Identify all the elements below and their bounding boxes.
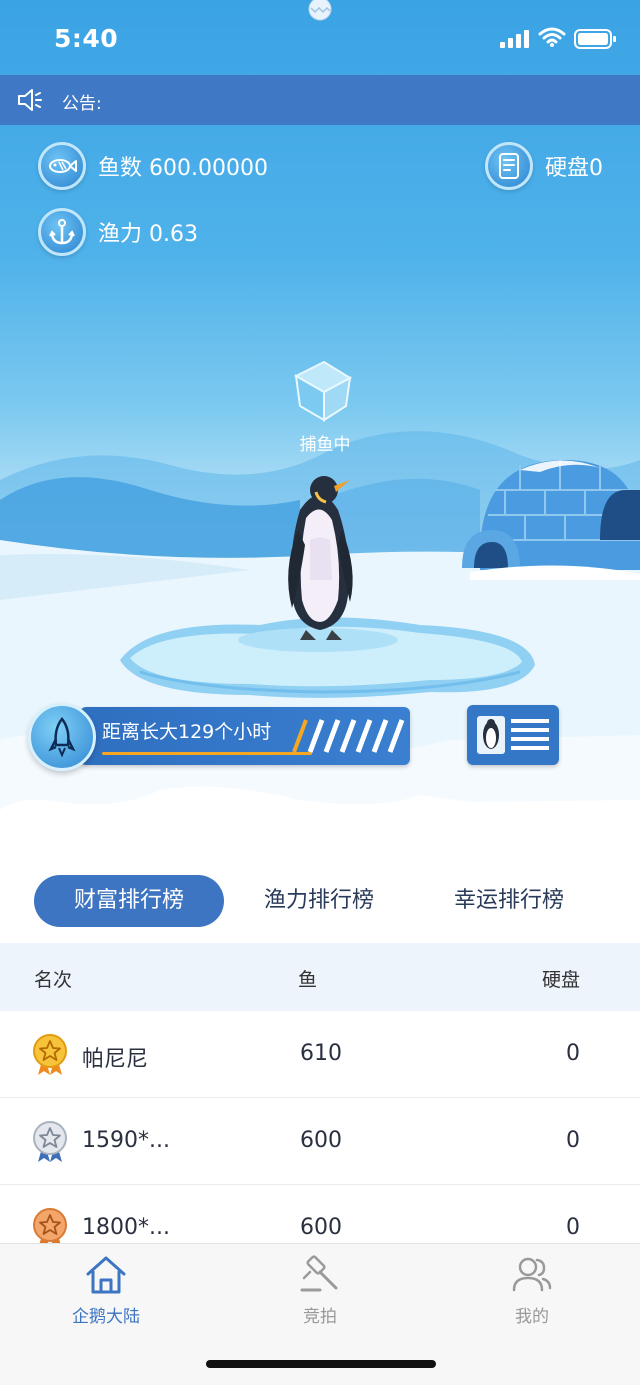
home-icon [86, 1256, 126, 1294]
announcement-label: 公告: [62, 94, 102, 114]
id-card-icon [477, 716, 549, 754]
column-disk: 硬盘 [541, 969, 580, 991]
disk-value: 硬盘0 [545, 156, 603, 181]
tab-wealth-ranking[interactable]: 财富排行榜 [34, 875, 224, 927]
column-fish: 鱼 [298, 969, 318, 991]
nav-auction[interactable]: 竞拍 [260, 1254, 380, 1327]
ranking-table-header: 名次 鱼 硬盘 [0, 943, 640, 1011]
row-name: 帕尼尼 [82, 1047, 149, 1072]
nav-label: 企鹅大陆 [72, 1307, 140, 1327]
growth-text: 距离长大129个小时 [102, 721, 272, 743]
status-time: 5:40 [54, 24, 119, 53]
nav-mine[interactable]: 我的 [472, 1254, 592, 1327]
progress-stripes [292, 719, 405, 753]
home-indicator[interactable] [206, 1360, 436, 1368]
growth-progress-fill [102, 752, 312, 755]
tab-luck-ranking[interactable]: 幸运排行榜 [414, 875, 604, 927]
table-row[interactable]: 帕尼尼 610 0 [0, 1011, 640, 1098]
silver-medal-icon [33, 1121, 67, 1162]
fish-count-value: 鱼数 600.00000 [98, 156, 268, 181]
disk-stat: 硬盘0 [485, 142, 603, 190]
user-icon [512, 1257, 552, 1292]
row-name: 1800*... [82, 1215, 170, 1240]
row-disk: 0 [566, 1128, 580, 1153]
fishing-power-stat: 渔力 0.63 [38, 208, 198, 256]
wifi-icon [538, 27, 566, 47]
row-fish: 600 [300, 1215, 342, 1240]
hero-scene: 5:40 公告: 鱼数 600.00000 渔力 0.63 硬盘0 捕鱼中 距离… [0, 0, 640, 850]
fishing-power-value: 渔力 0.63 [98, 222, 198, 247]
signal-icon [500, 30, 529, 48]
ice-cube-icon [293, 360, 353, 422]
speaker-icon [18, 89, 42, 111]
fish-count-stat: 鱼数 600.00000 [38, 142, 268, 190]
fish-icon [38, 142, 86, 190]
row-fish: 600 [300, 1128, 342, 1153]
gold-medal-icon [33, 1034, 67, 1075]
screen: 5:40 公告: 鱼数 600.00000 渔力 0.63 硬盘0 捕鱼中 距离… [0, 0, 640, 1385]
table-row[interactable]: 1590*... 600 0 [0, 1098, 640, 1185]
row-name: 1590*... [82, 1128, 170, 1153]
disk-icon [485, 142, 533, 190]
arctic-scenery [0, 360, 640, 850]
nav-label: 竞拍 [303, 1307, 337, 1327]
battery-icon [574, 29, 616, 49]
ranking-tabs: 财富排行榜 渔力排行榜 幸运排行榜 [0, 870, 640, 940]
nav-label: 我的 [515, 1307, 549, 1327]
announcement-bar[interactable]: 公告: [0, 75, 640, 125]
gavel-icon [300, 1255, 338, 1292]
catching-status: 捕鱼中 [299, 435, 351, 455]
status-bar: 5:40 [0, 0, 640, 75]
anchor-icon [38, 208, 86, 256]
nav-penguin-land[interactable]: 企鹅大陆 [46, 1254, 166, 1327]
tab-fishing-power-ranking[interactable]: 渔力排行榜 [224, 875, 414, 927]
row-disk: 0 [566, 1041, 580, 1066]
growth-progress[interactable]: 距离长大129个小时 [28, 703, 410, 771]
row-disk: 0 [566, 1215, 580, 1240]
penguin-id-card-button[interactable] [467, 705, 559, 765]
orb-icon [308, 0, 332, 21]
rocket-icon[interactable] [28, 703, 96, 771]
column-rank: 名次 [34, 969, 73, 991]
row-fish: 610 [300, 1041, 342, 1066]
